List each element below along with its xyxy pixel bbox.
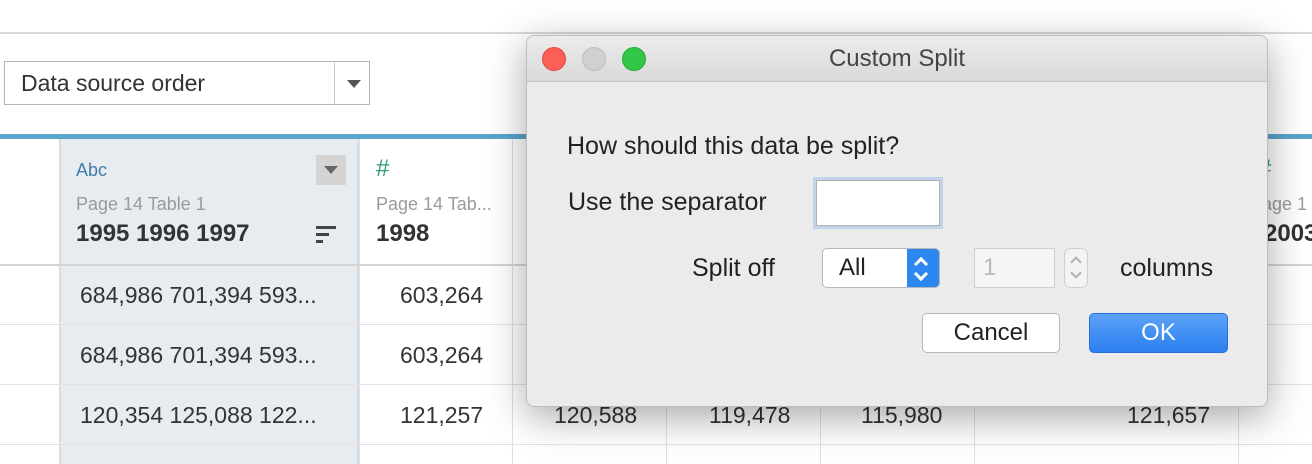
table-cell: 121,257 <box>400 402 484 428</box>
dialog-title: Custom Split <box>828 45 966 72</box>
custom-split-dialog: Custom Split How should this data be spl… <box>526 35 1268 407</box>
column-menu-button[interactable] <box>316 155 346 185</box>
column-divider <box>512 136 513 464</box>
cancel-button[interactable]: Cancel <box>922 313 1060 353</box>
dropdown-separator <box>334 62 335 104</box>
sort-icon[interactable] <box>316 224 338 246</box>
columns-label: columns <box>1120 254 1214 282</box>
dialog-titlebar[interactable]: Custom Split <box>527 36 1267 82</box>
split-off-label: Split off <box>692 254 775 282</box>
chevron-down-icon[interactable] <box>347 80 361 88</box>
table-cell: 684,986 701,394 593... <box>80 342 317 368</box>
split-off-value: All <box>839 254 866 281</box>
table-cell: 684,986 701,394 593... <box>80 282 317 308</box>
sort-order-dropdown[interactable]: Data source order <box>4 61 370 105</box>
column-source: Page 14 Table 1 <box>76 194 206 214</box>
number-type-icon[interactable]: # <box>376 155 389 183</box>
column-source: age 1 <box>1262 194 1308 214</box>
table-cell: 603,264 <box>400 342 484 368</box>
column-name[interactable]: 2003 <box>1264 220 1312 248</box>
column-name[interactable]: 1995 1996 1997 <box>76 220 250 248</box>
toolbar-divider <box>0 32 1312 34</box>
split-count-stepper[interactable] <box>1064 248 1088 288</box>
split-count-input[interactable]: 1 <box>974 248 1055 288</box>
column-name[interactable]: 1998 <box>376 220 429 248</box>
table-cell: 603,264 <box>400 282 484 308</box>
updown-chevron-icon <box>907 249 939 287</box>
split-off-select[interactable]: All <box>822 248 940 288</box>
column-divider <box>359 136 360 464</box>
separator-label: Use the separator <box>568 188 767 216</box>
row-divider <box>0 444 1312 445</box>
ok-button[interactable]: OK <box>1089 313 1228 353</box>
string-type-icon[interactable]: Abc <box>76 160 107 181</box>
column-source: Page 14 Tab... <box>376 194 492 214</box>
stepper-up-icon[interactable] <box>1070 256 1082 268</box>
table-cell: 120,354 125,088 122... <box>80 402 317 428</box>
chevron-down-icon <box>324 166 338 174</box>
sort-order-value: Data source order <box>21 70 206 96</box>
split-count-value: 1 <box>983 254 997 281</box>
separator-input[interactable] <box>816 180 940 226</box>
stepper-down-icon[interactable] <box>1070 267 1082 279</box>
split-question: How should this data be split? <box>567 132 900 160</box>
